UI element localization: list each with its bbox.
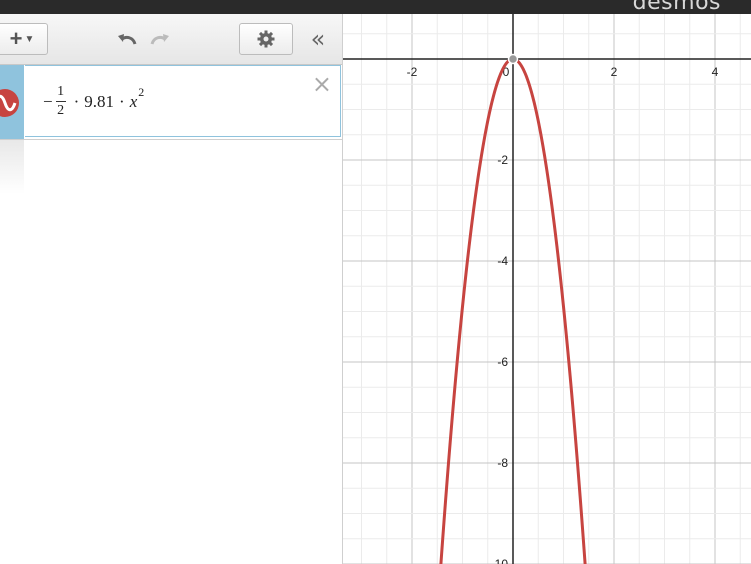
fraction-denominator: 2	[57, 103, 65, 118]
undo-icon	[118, 34, 137, 45]
expression-toolbar: + ▼ «	[0, 14, 342, 65]
chevron-down-icon: ▼	[24, 33, 35, 45]
gear-icon	[257, 30, 275, 48]
y-tick-label: -2	[497, 153, 508, 167]
top-bar: desmos	[0, 0, 751, 15]
expression-input[interactable]: − 1 2 · 9.81 · x2 ×	[25, 65, 341, 137]
fraction-bar	[55, 101, 66, 102]
plus-icon: +	[9, 26, 23, 51]
multiply-dot: ·	[119, 91, 125, 111]
graph-canvas[interactable]: -2 0 2 4-2-4-6-8-10	[343, 14, 751, 564]
y-tick-label: -4	[497, 254, 508, 268]
vertex-point	[507, 53, 519, 65]
y-tick-label: -10	[491, 557, 509, 564]
undo-button[interactable]	[115, 28, 139, 50]
fraction: 1 2	[55, 84, 66, 118]
variable: x	[129, 91, 138, 111]
math-expression[interactable]: − 1 2 · 9.81 · x2	[43, 85, 144, 118]
minus-sign: −	[43, 91, 53, 111]
graph-paper[interactable]: -2 0 2 4 -2 -4 -6 -8 -10	[343, 14, 751, 564]
coefficient: 9.81	[84, 91, 115, 111]
fraction-numerator: 1	[57, 84, 65, 99]
y-tick-label: -6	[497, 355, 508, 369]
add-item-button[interactable]: + ▼	[0, 23, 48, 55]
multiply-dot: ·	[73, 91, 80, 111]
desmos-logo: desmos	[632, 0, 721, 15]
x-tick-label: -2	[407, 65, 418, 79]
x-tick-label: 4	[712, 65, 719, 79]
exponent: 2	[138, 85, 145, 99]
y-tick-label: -8	[497, 456, 508, 470]
expression-tab[interactable]	[0, 65, 24, 139]
x-tick-label: 2	[611, 65, 618, 79]
collapse-panel-button[interactable]: «	[305, 26, 331, 52]
expression-panel: + ▼ « − 1 2 · 9.81 · x 2 ×	[0, 14, 343, 564]
redo-button[interactable]	[148, 28, 172, 50]
settings-button[interactable]	[239, 23, 293, 55]
graph-color-icon[interactable]	[0, 88, 20, 118]
empty-expression-row[interactable]	[0, 140, 24, 194]
redo-icon	[150, 34, 169, 45]
delete-expression-button[interactable]: ×	[312, 70, 332, 98]
expression-row[interactable]: − 1 2 · 9.81 · x2 ×	[0, 65, 342, 140]
